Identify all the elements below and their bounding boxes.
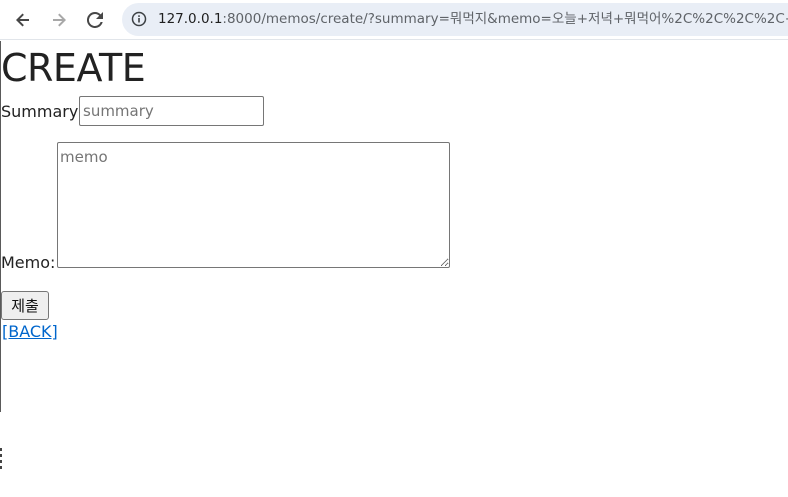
url-path: :8000/memos/create/?summary=뭐먹지&memo=오늘+… [222, 11, 788, 27]
reload-button[interactable] [81, 6, 109, 34]
url-text[interactable]: 127.0.0.1:8000/memos/create/?summary=뭐먹지… [158, 3, 788, 36]
browser-toolbar: 127.0.0.1:8000/memos/create/?summary=뭐먹지… [0, 0, 788, 40]
arrow-left-icon [16, 13, 29, 27]
back-button[interactable] [9, 6, 37, 34]
reload-icon [87, 12, 103, 28]
forward-button[interactable] [45, 6, 73, 34]
page-content: CREATE Summary: Memo: 제출 [BACK] [0, 41, 788, 497]
memo-textarea[interactable] [57, 142, 450, 268]
summary-input[interactable] [79, 96, 264, 126]
address-bar[interactable]: 127.0.0.1:8000/memos/create/?summary=뭐먹지… [122, 3, 788, 36]
submit-button[interactable]: 제출 [1, 291, 49, 320]
back-link[interactable]: [BACK] [2, 322, 58, 341]
info-icon [131, 11, 147, 27]
summary-label: Summary: [1, 102, 83, 121]
url-host: 127.0.0.1 [158, 11, 223, 27]
site-info-button[interactable] [129, 9, 149, 29]
page-title: CREATE [1, 46, 146, 90]
memo-label: Memo: [1, 253, 56, 272]
arrow-right-icon [53, 13, 66, 27]
